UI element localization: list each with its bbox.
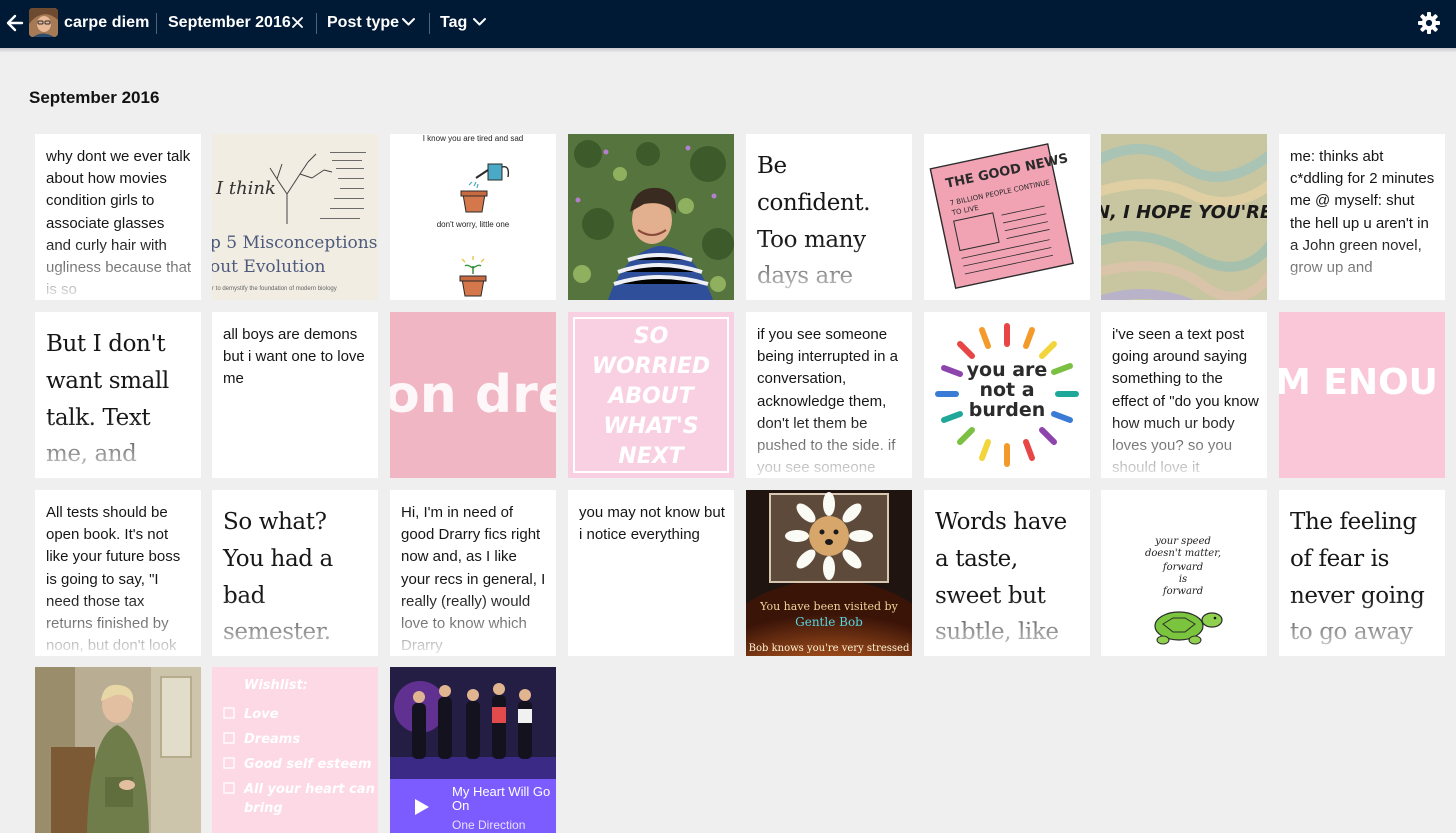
top-bar-shadow [0, 48, 1456, 53]
image-text-line2: not a [979, 379, 1034, 401]
chevron-down-icon[interactable] [401, 17, 416, 27]
meme-line1: You have been visited by [759, 600, 898, 613]
post-tile-text[interactable]: All tests should be open book. It's not … [35, 490, 201, 656]
post-text: you may not know but i notice everything [579, 504, 725, 544]
wishlist-item: bring [244, 801, 283, 816]
post-tile-quote[interactable]: Be confident. Too many days are wasted [746, 134, 912, 300]
image-title-line2: out Evolution [212, 257, 326, 277]
post-tile-text[interactable]: me: thinks abt c*ddling for 2 minutes me… [1279, 134, 1445, 300]
image-text-line5: NEXT [618, 444, 685, 469]
divider [156, 13, 157, 34]
track-artist: One Direction [452, 818, 526, 832]
track-title: My Heart Will Go On [452, 784, 551, 813]
chevron-down-icon[interactable] [472, 17, 487, 27]
cursive-text: I think [215, 178, 276, 199]
wishlist-item: Good self esteem [244, 757, 372, 772]
post-tile-quote[interactable]: The feeling of fear is never going to go… [1279, 490, 1445, 656]
post-tile-quote[interactable]: So what? You had a bad semester. [212, 490, 378, 656]
image-text-line4: WHAT'S [603, 414, 698, 439]
divider [429, 13, 430, 34]
post-tile-text[interactable]: if you see someone being interrupted in … [746, 312, 912, 478]
blog-name[interactable]: carpe diem [64, 14, 149, 32]
post-type-filter[interactable]: Post type [327, 14, 399, 32]
post-tile-quote[interactable]: But I don't want small talk. Text me, an… [35, 312, 201, 478]
image-caption-bottom: don't worry, little one [437, 220, 510, 229]
post-tile-photo[interactable] [568, 134, 734, 300]
divider [316, 13, 317, 34]
blog-avatar[interactable] [29, 8, 58, 37]
wishlist-title: Wishlist: [244, 678, 308, 693]
image-text-line2: WORRIED [592, 354, 710, 379]
post-text: all boys are demons but i want one to lo… [223, 326, 365, 388]
meme-line3: Bob knows you're very stressed [749, 643, 910, 654]
post-tile-photo[interactable] [35, 667, 201, 833]
post-tile-photo[interactable]: on dre [390, 312, 556, 478]
post-tile-photo[interactable]: You have been visited by Gentle Bob Bob … [746, 490, 912, 656]
tag-filter[interactable]: Tag [440, 14, 467, 32]
post-tile-photo[interactable]: M ENOU [1279, 312, 1445, 478]
post-tile-text[interactable]: i've seen a text post going around sayin… [1101, 312, 1267, 478]
top-bar: carpe diem September 2016 Post type Tag [0, 0, 1456, 48]
flower-pot-icon [460, 190, 488, 213]
image-text-line4: is [1179, 574, 1187, 585]
image-text: M ENOU [1279, 362, 1438, 403]
image-text-line1: SO [634, 324, 669, 349]
turtle-icon [1154, 611, 1223, 645]
image-caption-top: I know you are tired and sad [423, 134, 524, 143]
post-tile-audio[interactable]: My Heart Will Go On One Direction [390, 667, 556, 833]
wishlist-item: Dreams [244, 732, 300, 747]
sprout-pot-icon [459, 256, 487, 297]
meme-line2: Gentle Bob [795, 615, 863, 629]
post-tile-photo[interactable]: I think p 5 Misconceptions out Evolution… [212, 134, 378, 300]
image-title-line1: p 5 Misconceptions [212, 233, 377, 253]
post-tile-photo[interactable]: SO WORRIED ABOUT WHAT'S NEXT [568, 312, 734, 478]
image-text-line5: forward [1162, 586, 1203, 597]
image-text-line2: doesn't matter, [1145, 548, 1221, 559]
post-tile-photo[interactable]: I know you are tired and sad don't worry… [390, 134, 556, 300]
watering-can-icon [468, 163, 510, 189]
post-tile-text[interactable]: you may not know but i notice everything [568, 490, 734, 656]
post-tile-photo[interactable]: THE GOOD NEWS 7 BILLION PEOPLE CONTINUE … [924, 134, 1090, 300]
close-icon[interactable] [291, 16, 304, 29]
page-title: September 2016 [29, 88, 160, 107]
post-tile-text[interactable]: why dont we ever talk about how movies c… [35, 134, 201, 300]
image-text-line1: your speed [1154, 536, 1211, 547]
image-text-line1: you are [967, 359, 1048, 381]
back-arrow-icon[interactable] [5, 12, 25, 34]
post-tile-text[interactable]: all boys are demons but i want one to lo… [212, 312, 378, 478]
image-text: N, I HOPE YOU'RE H [1101, 202, 1267, 223]
post-tile-photo[interactable]: you are not a burden [924, 312, 1090, 478]
image-text-line3: burden [969, 399, 1046, 421]
gear-icon[interactable] [1417, 11, 1441, 35]
image-text: on dre [390, 365, 556, 425]
play-icon[interactable] [414, 798, 430, 816]
post-tile-quote[interactable]: Words have a taste, sweet but subtle, li… [924, 490, 1090, 656]
image-text-line3: ABOUT [606, 384, 695, 409]
date-filter-label[interactable]: September 2016 [168, 14, 291, 32]
image-text-line3: forward [1162, 562, 1203, 573]
wishlist-item: All your heart can [243, 782, 375, 797]
post-tile-photo[interactable]: N, I HOPE YOU'RE H [1101, 134, 1267, 300]
post-tile-text[interactable]: Hi, I'm in need of good Drarry fics righ… [390, 490, 556, 656]
post-tile-photo[interactable]: Wishlist: Love Dreams Good self esteem A… [212, 667, 378, 833]
image-caption: r to demystify the foundation of modern … [212, 286, 337, 292]
wishlist-item: Love [244, 707, 279, 722]
post-tile-photo[interactable]: your speed doesn't matter, forward is fo… [1101, 490, 1267, 656]
